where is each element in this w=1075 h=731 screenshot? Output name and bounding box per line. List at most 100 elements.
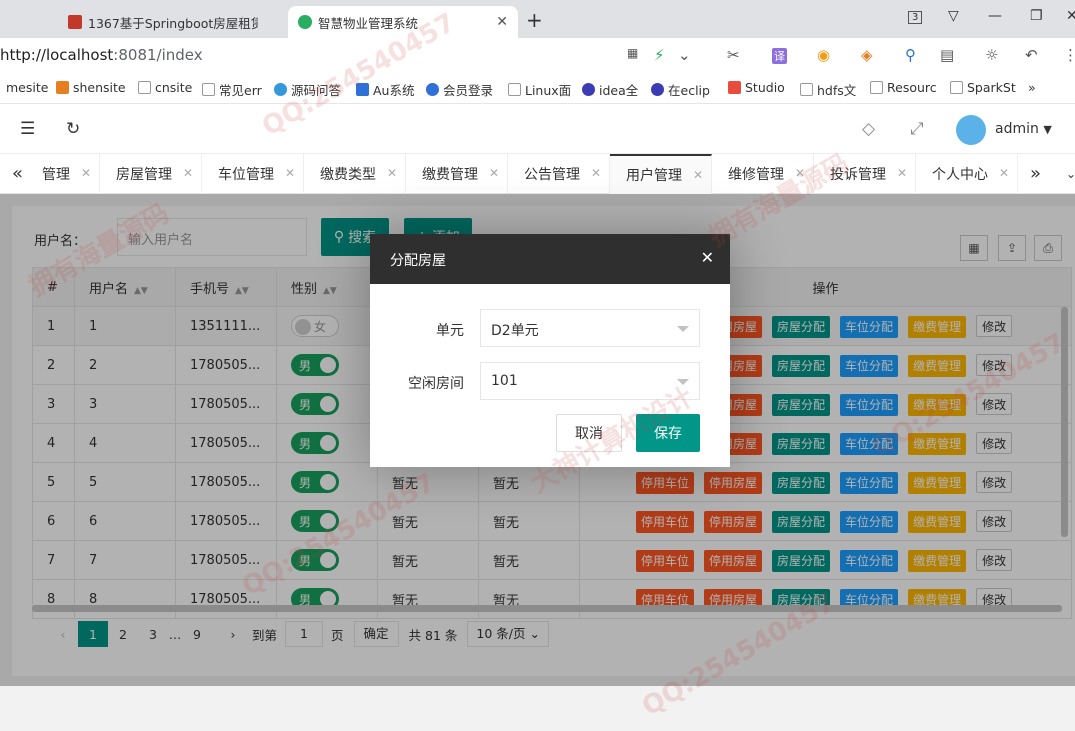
- room-select-value: 101: [491, 373, 518, 389]
- shirt-icon[interactable]: ▽: [948, 8, 959, 24]
- close-icon[interactable]: ✕: [285, 166, 295, 180]
- tab-label: 个人中心: [932, 167, 988, 183]
- tab-profile[interactable]: 个人中心 ✕: [916, 154, 1018, 194]
- unit-select[interactable]: D2单元: [480, 309, 700, 347]
- bookmark-item[interactable]: 会员登录: [426, 80, 493, 99]
- user-name: admin: [995, 121, 1039, 137]
- bookmark-favicon-icon: [426, 83, 439, 96]
- tab-label: 维修管理: [728, 167, 784, 183]
- close-icon[interactable]: ✕: [183, 166, 193, 180]
- tabs-menu-icon[interactable]: ⌄: [1066, 167, 1075, 181]
- bookmark-label: 在eclip: [668, 83, 710, 98]
- bookmark-item[interactable]: hdfs文: [800, 80, 856, 99]
- bookmark-item[interactable]: mesite: [6, 80, 48, 95]
- bookmark-favicon-icon: [274, 83, 287, 96]
- user-menu[interactable]: admin ▼: [995, 121, 1052, 137]
- close-icon[interactable]: ✕: [693, 168, 703, 182]
- save-button[interactable]: 保存: [636, 414, 700, 452]
- close-icon[interactable]: ✕: [897, 166, 907, 180]
- tab-notice[interactable]: 公告管理 ✕: [508, 154, 610, 194]
- close-icon[interactable]: ✕: [701, 248, 714, 267]
- close-icon[interactable]: ✕: [999, 166, 1009, 180]
- brightness-icon[interactable]: ☼: [985, 46, 998, 64]
- close-window-icon[interactable]: ✕: [1066, 8, 1075, 24]
- tab-label: 车位管理: [218, 167, 274, 183]
- tab-user[interactable]: 用户管理 ✕: [610, 154, 712, 194]
- tab-repair[interactable]: 维修管理 ✕: [712, 154, 814, 194]
- caret-down-icon: ▼: [1043, 123, 1052, 136]
- close-icon[interactable]: ✕: [489, 166, 499, 180]
- refresh-icon[interactable]: ↻: [66, 119, 80, 139]
- avatar[interactable]: [956, 115, 986, 145]
- chevron-down-icon: [677, 326, 689, 332]
- fullscreen-icon[interactable]: ⤢: [910, 119, 924, 139]
- bookmark-label: Au系统: [373, 83, 415, 98]
- more-icon[interactable]: ⋮: [1063, 46, 1075, 64]
- close-icon[interactable]: ✕: [387, 166, 397, 180]
- url-field[interactable]: http://localhost:8081/index: [0, 46, 203, 64]
- new-tab-icon[interactable]: +: [526, 8, 543, 32]
- bookmarks-bar: mesite shensite cnsite 常见err 源码问答 Au系统 会…: [0, 72, 1075, 104]
- tabs-next-icon[interactable]: »: [1030, 163, 1041, 184]
- paw-icon: [582, 83, 595, 96]
- tabs-prev-icon[interactable]: «: [12, 163, 23, 184]
- assign-house-dialog: 分配房屋 ✕ 单元 D2单元 空闲房间 101 取消 保存: [370, 234, 730, 467]
- tab-label: 用户管理: [626, 168, 682, 184]
- tab-house[interactable]: 房屋管理 ✕: [100, 154, 202, 194]
- tag-icon[interactable]: ◇: [862, 119, 875, 139]
- bookmark-label: Linux面: [525, 83, 572, 98]
- leaf-icon: [298, 15, 312, 29]
- bookmark-item[interactable]: cnsite: [138, 80, 192, 95]
- browser-tab-2[interactable]: 智慧物业管理系统 ✕: [288, 6, 518, 38]
- close-icon[interactable]: ✕: [591, 166, 601, 180]
- bookmark-label: SparkSt: [967, 80, 1016, 95]
- tab-fee-type[interactable]: 缴费类型 ✕: [304, 154, 406, 194]
- scissors-icon[interactable]: ✂: [727, 46, 740, 64]
- coin-icon[interactable]: ◉: [817, 46, 830, 64]
- bookmark-item[interactable]: 在eclip: [651, 80, 710, 99]
- tab-parking[interactable]: 车位管理 ✕: [202, 154, 304, 194]
- browser-tab-1[interactable]: 1367基于Springboot房屋租赁: [58, 6, 286, 38]
- unit-select-value: D2单元: [491, 323, 539, 339]
- tab-count-badge[interactable]: 3: [908, 11, 923, 24]
- cancel-button[interactable]: 取消: [556, 414, 622, 452]
- bookmark-item[interactable]: 常见err: [202, 80, 262, 99]
- bookmark-item[interactable]: idea全: [582, 80, 638, 99]
- close-tab-icon[interactable]: ✕: [496, 14, 508, 30]
- search-icon[interactable]: ⚲: [905, 46, 916, 64]
- chevron-down-icon[interactable]: ⌄: [678, 46, 691, 64]
- page-icon: [950, 81, 963, 94]
- undo-icon[interactable]: ↶: [1025, 46, 1038, 64]
- browser-tab-title: 智慧物业管理系统: [318, 15, 419, 31]
- grid-icon[interactable]: ▦: [627, 46, 638, 60]
- close-icon[interactable]: ✕: [795, 166, 805, 180]
- close-icon[interactable]: ✕: [81, 166, 91, 180]
- tab-complaint[interactable]: 投诉管理 ✕: [814, 154, 916, 194]
- bookmark-item[interactable]: SparkSt: [950, 80, 1016, 95]
- tab-fee[interactable]: 缴费管理 ✕: [406, 154, 508, 194]
- menu-toggle-icon[interactable]: ☰: [20, 119, 35, 139]
- bookmark-label: 常见err: [219, 83, 262, 98]
- address-bar: http://localhost:8081/index ▦ ⚡ ⌄ ✂ 译 ◉ …: [0, 38, 1075, 72]
- bookmark-item[interactable]: Linux面: [508, 80, 571, 99]
- room-select[interactable]: 101: [480, 362, 700, 400]
- bookmark-item[interactable]: shensite: [56, 80, 126, 95]
- room-label: 空闲房间: [408, 376, 464, 392]
- restore-icon[interactable]: ❐: [1030, 8, 1043, 24]
- page-icon: [870, 81, 883, 94]
- tab-partial[interactable]: 管理 ✕: [30, 154, 100, 194]
- bookmark-label: 会员登录: [443, 83, 494, 98]
- apps-icon[interactable]: ▤: [940, 46, 954, 64]
- minimize-icon[interactable]: —: [988, 8, 1002, 24]
- bookmark-item[interactable]: Au系统: [356, 80, 414, 99]
- bookmarks-more-icon[interactable]: »: [1028, 80, 1036, 95]
- lightning-icon[interactable]: ⚡: [654, 46, 665, 64]
- gamepad-icon[interactable]: ◈: [861, 46, 873, 64]
- bookmark-label: cnsite: [155, 80, 193, 95]
- tab-label: 管理: [42, 167, 70, 183]
- paw-icon: [651, 83, 664, 96]
- bookmark-item[interactable]: Resourc: [870, 80, 937, 95]
- bookmark-item[interactable]: 源码问答: [274, 80, 341, 99]
- translate-icon[interactable]: 译: [772, 48, 787, 64]
- bookmark-item[interactable]: Studio: [728, 80, 785, 95]
